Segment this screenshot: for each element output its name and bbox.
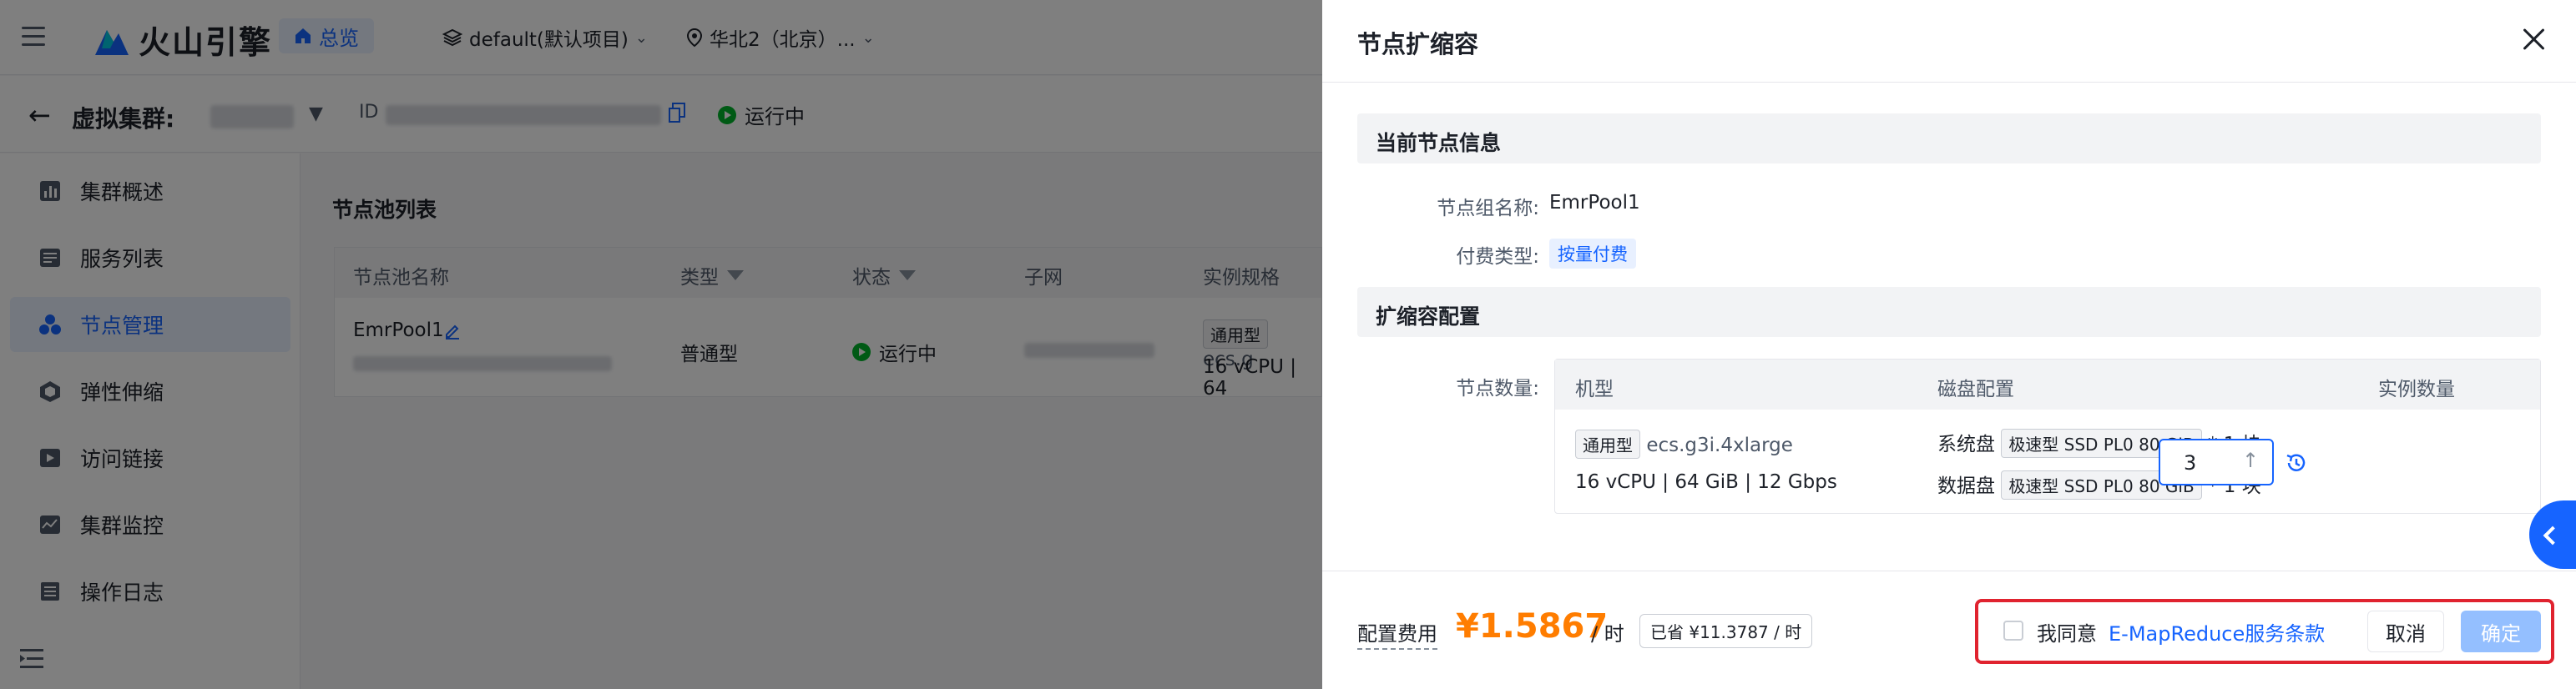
saved-badge: 已省 ¥11.3787 / 时 (1639, 614, 1813, 648)
divider (1322, 82, 2576, 83)
machine-tag: 通用型 (1575, 430, 1640, 459)
drawer-title: 节点扩缩容 (1357, 30, 1479, 58)
cost-label[interactable]: 配置费用 (1357, 617, 1437, 650)
increment-arrow-icon[interactable]: ↑ (2242, 449, 2259, 472)
section-scale-config: 扩缩容配置 (1357, 287, 2541, 337)
cost-value: ¥1.5867 (1456, 607, 1609, 646)
column-header: 机型 (1575, 379, 1614, 400)
agree-checkbox[interactable] (2003, 621, 2023, 641)
cancel-button[interactable]: 取消 (2367, 611, 2444, 652)
agree-label: 我同意 (2037, 622, 2097, 646)
table-header: 机型 磁盘配置 实例数量 (1555, 360, 2540, 410)
group-name-value: EmrPool1 (1549, 192, 1640, 214)
section-current-node-info: 当前节点信息 (1357, 113, 2541, 163)
group-name-label: 节点组名称: (1437, 198, 1539, 219)
node-config-table: 机型 磁盘配置 实例数量 通用型 ecs.g3i.4xlarge 16 vCPU… (1554, 359, 2541, 514)
machine-type: 通用型 ecs.g3i.4xlarge (1575, 430, 1793, 459)
column-header: 实例数量 (2378, 379, 2455, 400)
instance-count-value: 3 (2184, 451, 2197, 475)
pay-type-badge: 按量付费 (1549, 239, 1636, 269)
history-icon[interactable] (2284, 450, 2309, 475)
terms-link[interactable]: E-MapReduce服务条款 (2109, 617, 2325, 646)
cost-unit: / 时 (1591, 622, 1624, 646)
scale-drawer: 节点扩缩容 当前节点信息 节点组名称: EmrPool1 付费类型: 按量付费 … (1322, 0, 2576, 689)
section-title: 当前节点信息 (1376, 131, 1502, 155)
section-title: 扩缩容配置 (1376, 304, 1481, 329)
confirm-button[interactable]: 确定 (2461, 611, 2541, 652)
column-header: 磁盘配置 (1937, 379, 2014, 400)
modal-overlay[interactable] (0, 0, 1322, 689)
instance-count-stepper[interactable]: 3 ↑ (2159, 439, 2274, 485)
disk-label: 系统盘 (1937, 434, 1995, 455)
machine-spec: 16 vCPU | 64 GiB | 12 Gbps (1575, 471, 1837, 493)
page: 火山引擎 总览 default(默认项目) ⌄ 华北2（北京）... ⌄ ← 虚… (0, 0, 2576, 689)
disk-label: 数据盘 (1937, 475, 1995, 497)
pay-type-label: 付费类型: (1456, 246, 1539, 268)
node-count-label: 节点数量: (1456, 378, 1539, 400)
close-icon[interactable] (2519, 25, 2548, 53)
machine-model: ecs.g3i.4xlarge (1646, 435, 1793, 456)
